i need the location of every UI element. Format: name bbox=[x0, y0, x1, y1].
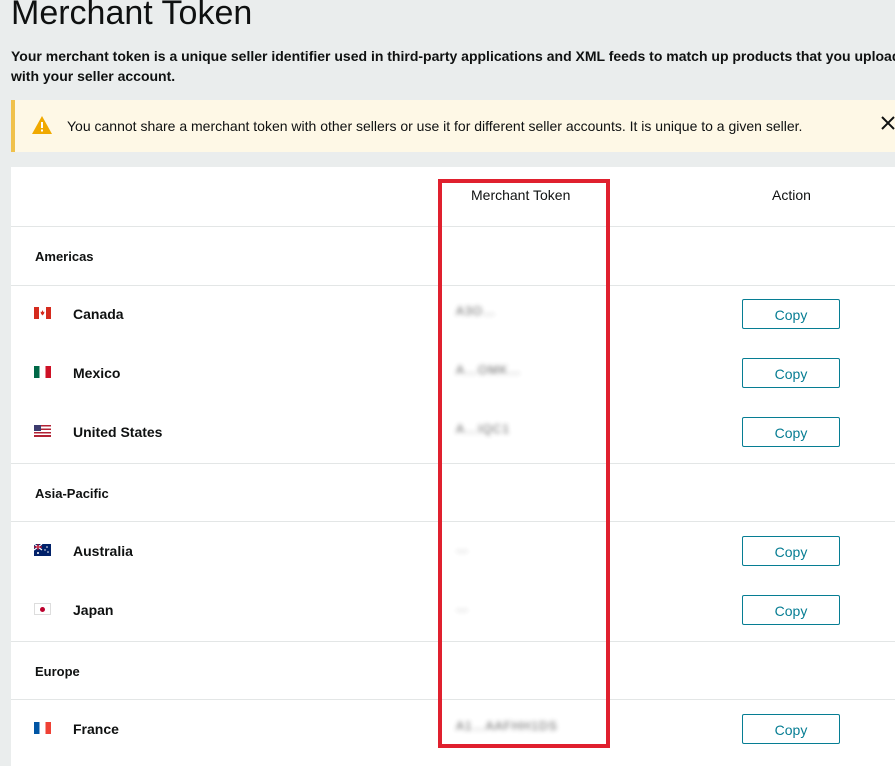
region-row-asia-pacific: Asia-Pacific bbox=[11, 463, 895, 522]
copy-button[interactable]: Copy bbox=[742, 536, 840, 566]
table-row: Japan … Copy bbox=[11, 582, 895, 641]
country-name: Canada bbox=[73, 306, 124, 322]
united-states-flag-icon bbox=[34, 425, 51, 437]
table-row: Mexico A…OMK… Copy bbox=[11, 345, 895, 404]
merchant-token-value: A1…AAFHH1DS bbox=[456, 719, 558, 733]
country-name: United States bbox=[73, 424, 163, 440]
merchant-token-table: Merchant Token Action Americas Canada A3… bbox=[11, 167, 895, 766]
copy-button[interactable]: Copy bbox=[742, 358, 840, 388]
warning-icon bbox=[32, 116, 52, 134]
table-row: Canada A3O… Copy bbox=[11, 286, 895, 345]
merchant-token-value: … bbox=[456, 600, 469, 614]
page-description: Your merchant token is a unique seller i… bbox=[11, 48, 895, 84]
copy-button[interactable]: Copy bbox=[742, 299, 840, 329]
merchant-token-value: A…OMK… bbox=[456, 363, 522, 377]
merchant-token-value: A…IQC1 bbox=[456, 422, 511, 436]
country-name: Mexico bbox=[73, 365, 121, 381]
france-flag-icon bbox=[34, 722, 51, 734]
page-title: Merchant Token bbox=[11, 0, 253, 32]
alert-text: You cannot share a merchant token with o… bbox=[67, 118, 803, 134]
region-row-europe: Europe bbox=[11, 641, 895, 700]
region-row-americas: Americas bbox=[11, 227, 895, 286]
canada-flag-icon bbox=[34, 307, 51, 319]
country-name: Japan bbox=[73, 602, 114, 618]
australia-flag-icon bbox=[34, 544, 51, 556]
country-name: Australia bbox=[73, 543, 133, 559]
table-header: Merchant Token Action bbox=[11, 167, 895, 227]
table-row: Australia … Copy bbox=[11, 523, 895, 582]
table-row: United States A…IQC1 Copy bbox=[11, 404, 895, 463]
copy-button[interactable]: Copy bbox=[742, 595, 840, 625]
region-label: Asia-Pacific bbox=[35, 486, 109, 501]
close-icon[interactable] bbox=[880, 115, 895, 131]
region-label: Europe bbox=[35, 664, 80, 679]
copy-button[interactable]: Copy bbox=[742, 714, 840, 744]
region-label: Americas bbox=[35, 249, 94, 264]
header-merchant-token: Merchant Token bbox=[471, 187, 571, 203]
country-name: France bbox=[73, 721, 119, 737]
merchant-token-value: … bbox=[456, 541, 469, 555]
table-row: France A1…AAFHH1DS Copy bbox=[11, 701, 895, 760]
warning-alert: You cannot share a merchant token with o… bbox=[11, 100, 895, 152]
mexico-flag-icon bbox=[34, 366, 51, 378]
japan-flag-icon bbox=[34, 603, 51, 615]
header-action: Action bbox=[772, 187, 811, 203]
merchant-token-value: A3O… bbox=[456, 304, 497, 318]
copy-button[interactable]: Copy bbox=[742, 417, 840, 447]
